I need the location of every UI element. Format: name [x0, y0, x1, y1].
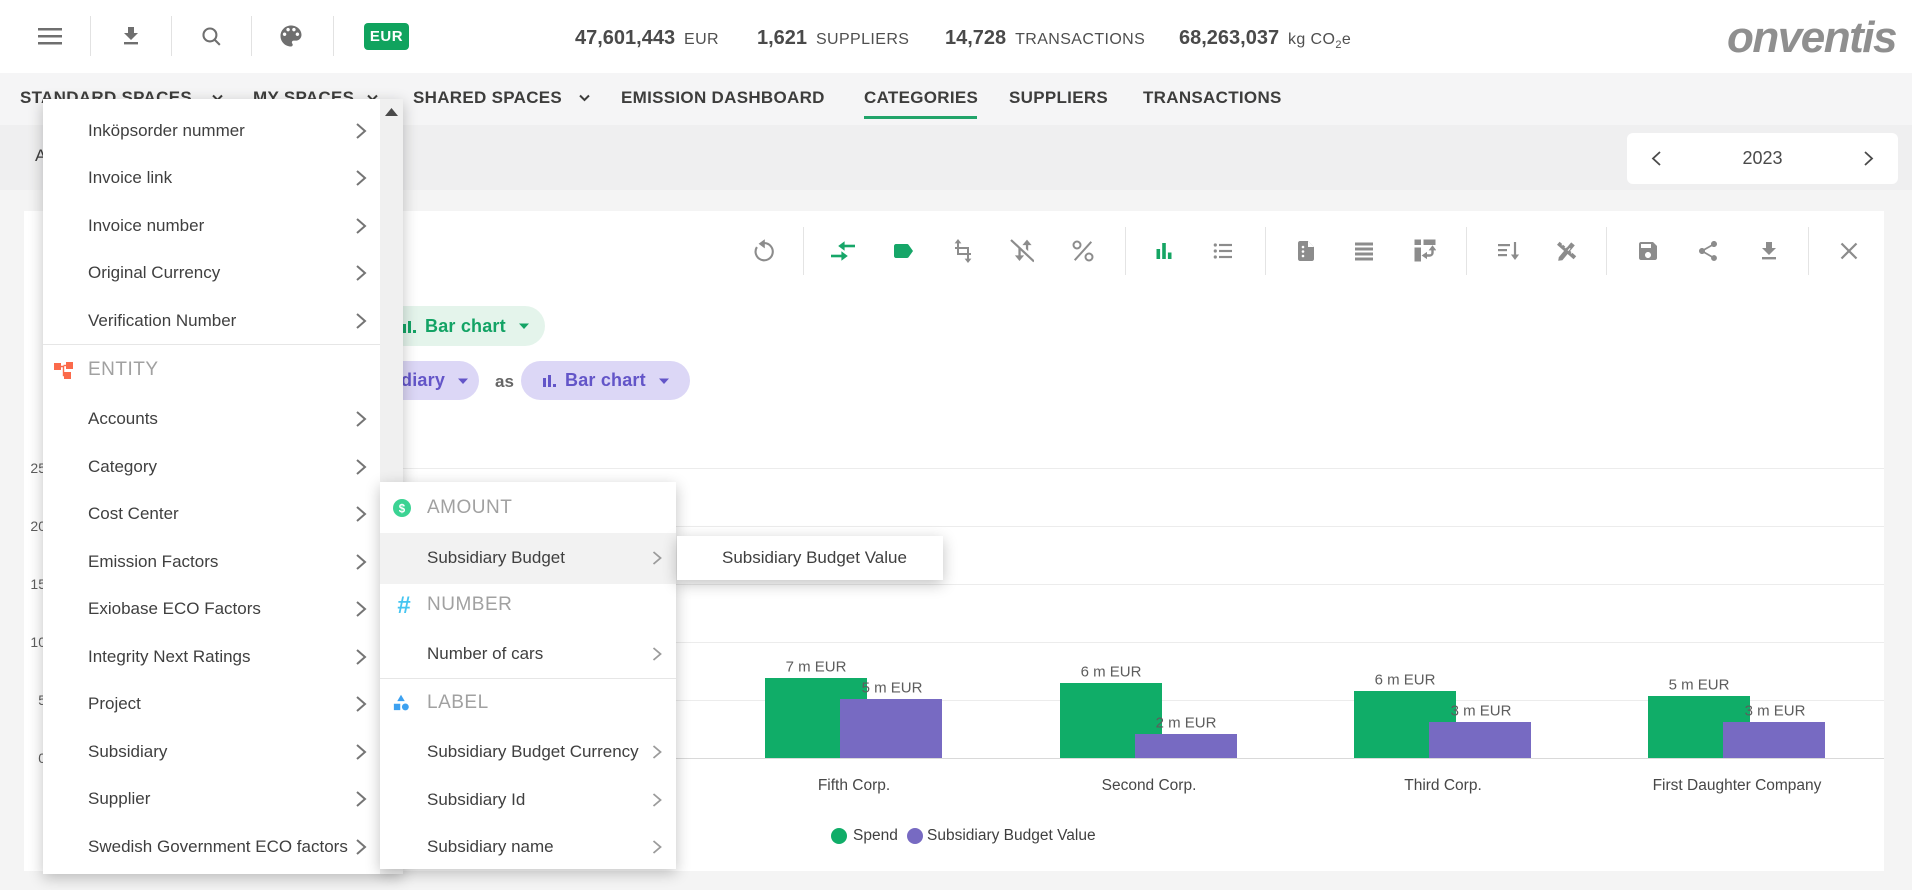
svg-text:$: $ — [399, 503, 406, 515]
